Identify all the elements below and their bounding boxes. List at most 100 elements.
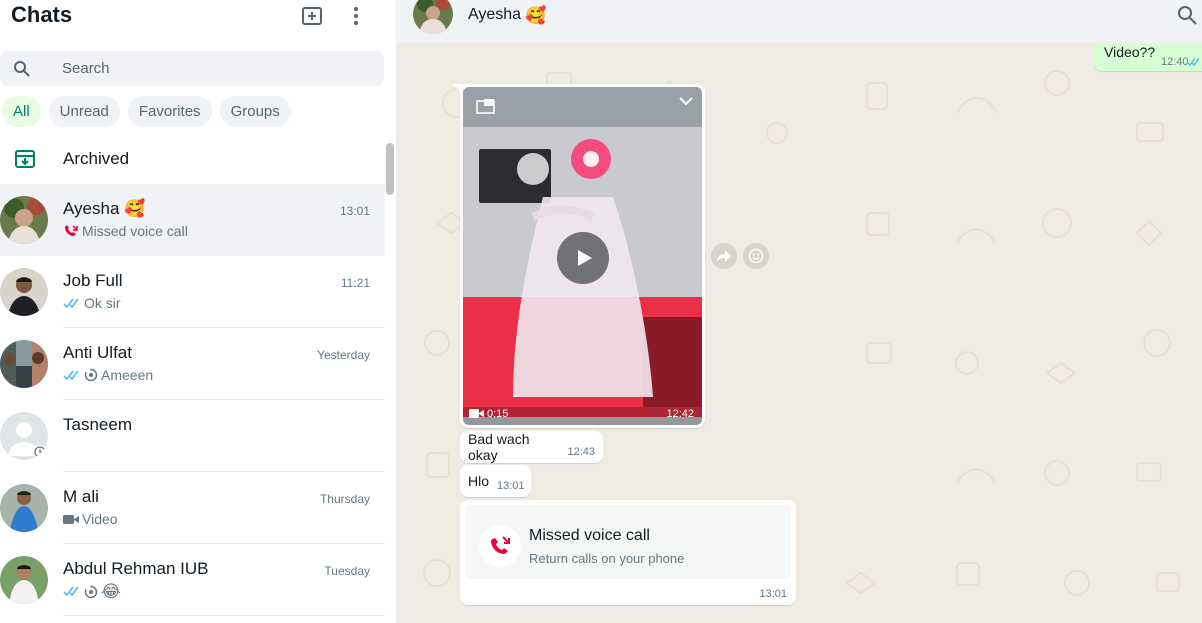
chevron-down-icon[interactable] (678, 95, 694, 107)
call-title: Missed voice call (529, 527, 650, 544)
view-once-icon (84, 585, 98, 598)
chat-time: Tuesday (324, 564, 370, 578)
chat-item-abdul-rehman-iub[interactable]: Abdul Rehman IUB Tuesday 😂 (0, 544, 385, 616)
archived-label: Archived (63, 149, 130, 168)
chat-preview: Missed voice call (63, 223, 188, 239)
chat-preview-text: Ok sir (84, 295, 121, 311)
contact-name[interactable]: Ayesha 🥰 (468, 6, 546, 24)
emoji-icon (748, 248, 764, 264)
incoming-message[interactable]: Hlo 13:01 (460, 465, 531, 497)
new-chat-button[interactable] (299, 4, 325, 28)
video-icon (63, 514, 79, 524)
message-time: 13:01 (497, 479, 525, 492)
video-message[interactable]: 0:15 12:42 (460, 84, 705, 428)
message-time: 12:42 (666, 408, 694, 420)
chat-name: Job Full (63, 271, 123, 290)
conversation-panel: Ayesha 🥰 Video?? 12:40 0:15 12:42 Bad wa… (397, 0, 1202, 623)
chat-preview: Ok sir (63, 295, 121, 311)
video-duration: 0:15 (487, 408, 509, 420)
incoming-message[interactable]: Bad wach okay 12:43 (460, 431, 603, 463)
search-box (0, 51, 384, 86)
chat-name: Tasneem (63, 415, 132, 434)
search-input[interactable] (62, 51, 362, 86)
chat-item-job-full[interactable]: Job Full 11:21 Ok sir (0, 256, 385, 328)
chat-body: Ayesha 🥰 13:01 Missed voice call (63, 184, 385, 256)
double-tick-icon (1186, 57, 1200, 67)
chat-body: Abdul Rehman IUB Tuesday 😂 (63, 544, 385, 616)
chat-item-m-ali[interactable]: M ali Thursday Video (0, 472, 385, 544)
chat-body: M ali Thursday Video (63, 472, 385, 544)
missed-call-card[interactable]: Missed voice call Return calls on your p… (465, 505, 791, 579)
chat-body: Tasneem (63, 400, 385, 472)
filter-groups[interactable]: Groups (219, 96, 291, 127)
double-tick-icon (63, 298, 79, 308)
chat-time: 11:21 (340, 276, 370, 290)
chat-preview-text: 😂 (101, 582, 121, 601)
avatar (0, 196, 48, 244)
chat-time: Thursday (319, 492, 370, 506)
conversation-header[interactable]: Ayesha 🥰 (397, 0, 1202, 43)
double-tick-icon (63, 370, 79, 380)
chat-preview: Ameeen (63, 367, 153, 383)
missed-call-icon-wrap (479, 525, 521, 567)
contact-name-text: Ayesha (468, 6, 522, 23)
forward-button[interactable] (711, 243, 737, 269)
message-text: Hlo (468, 473, 490, 489)
search-icon[interactable] (1176, 4, 1198, 26)
new-chat-icon (302, 7, 322, 25)
chat-preview: 😂 (63, 583, 121, 600)
chat-item-tasneem[interactable]: Tasneem (0, 400, 385, 472)
view-once-icon (476, 99, 495, 114)
chat-item-anti-ulfat[interactable]: Anti Ulfat Yesterday Ameeen (0, 328, 385, 400)
menu-button[interactable] (343, 4, 369, 28)
chat-time: Yesterday (317, 348, 370, 362)
forward-icon (717, 250, 731, 262)
missed-call-icon (65, 225, 78, 236)
avatar (0, 556, 48, 604)
missed-call-icon (491, 536, 510, 554)
message-text: Bad wach okay (468, 431, 530, 463)
message-text: Video?? (1104, 44, 1156, 60)
chat-body: Anti Ulfat Yesterday Ameeen (63, 328, 385, 400)
chat-name: Abdul Rehman IUB (63, 559, 209, 578)
video-thumbnail[interactable]: 0:15 12:42 (463, 87, 702, 425)
chat-list-panel: Chats All Unread Favorites Groups (0, 0, 397, 623)
message-time: 13:01 (759, 588, 787, 600)
filter-favorites[interactable]: Favorites (127, 96, 212, 127)
menu-dots-icon (354, 7, 358, 25)
chat-name: Anti Ulfat (63, 343, 132, 362)
call-subtitle: Return calls on your phone (529, 551, 685, 566)
chat-preview: Video (63, 511, 118, 527)
chat-time: 13:01 (339, 204, 370, 218)
filter-all[interactable]: All (2, 96, 41, 127)
avatar (0, 268, 48, 316)
archived-row[interactable]: Archived (0, 140, 385, 180)
avatar (0, 484, 48, 532)
filter-unread[interactable]: Unread (48, 96, 120, 127)
page-title: Chats (11, 2, 73, 27)
contact-emoji: 🥰 (525, 5, 547, 25)
sidebar-header: Chats (0, 0, 396, 40)
video-icon (469, 409, 484, 418)
play-button[interactable] (557, 232, 609, 284)
chat-preview-text: Ameeen (101, 367, 154, 383)
search-icon (14, 61, 30, 77)
message-time: 12:40 (1161, 56, 1189, 68)
chat-preview-text: Missed voice call (82, 223, 188, 239)
chat-list-scrollbar[interactable] (386, 143, 394, 195)
chat-body: Job Full 11:21 Ok sir (63, 256, 385, 328)
archive-icon (15, 150, 35, 168)
avatar (0, 340, 48, 388)
chat-list: Ayesha 🥰 13:01 Missed voice call Job Ful… (0, 184, 385, 616)
filter-chips: All Unread Favorites Groups (2, 96, 291, 128)
double-tick-icon (63, 586, 79, 597)
chat-item-ayesha[interactable]: Ayesha 🥰 13:01 Missed voice call (0, 184, 385, 256)
message-time: 12:43 (567, 445, 595, 458)
chat-name: Ayesha 🥰 (63, 199, 146, 218)
react-button[interactable] (743, 243, 769, 269)
missed-call-message[interactable]: Missed voice call Return calls on your p… (460, 500, 796, 605)
avatar (0, 412, 48, 460)
chat-name: M ali (63, 487, 99, 506)
view-once-icon (84, 368, 98, 382)
contact-avatar[interactable] (413, 0, 453, 34)
